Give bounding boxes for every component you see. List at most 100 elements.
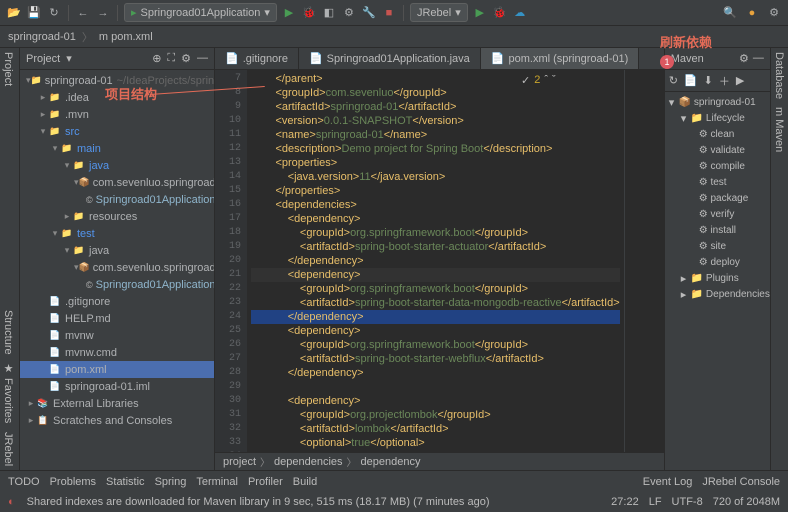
crumb-2[interactable]: dependency: [361, 456, 421, 468]
maven-panel: Maven ⚙ — ↻ 📄 ⬇ ＋ ▶ ▾📦 springroad-01 ▾📁 …: [664, 48, 770, 470]
line-gutter: 7891011121314151617181920212223242526272…: [215, 70, 247, 452]
spring-tab[interactable]: Spring: [155, 476, 187, 488]
attach-icon[interactable]: 🔧: [361, 5, 377, 21]
tree-item[interactable]: ▸📚External Libraries: [20, 395, 214, 412]
jrebel-run-icon[interactable]: ▶: [472, 5, 488, 21]
maven-run-icon[interactable]: ▶: [736, 74, 744, 87]
eventlog-tab[interactable]: Event Log: [643, 476, 693, 488]
tree-item[interactable]: ▾📁src: [20, 123, 214, 140]
tree-item[interactable]: ▾📁java: [20, 157, 214, 174]
tree-item[interactable]: ▾📁springroad-01~/IdeaProjects/springroad…: [20, 72, 214, 89]
jrebel-console-tab[interactable]: JRebel Console: [702, 476, 780, 488]
tree-item[interactable]: ▾📁main: [20, 140, 214, 157]
settings-icon[interactable]: ⚙: [766, 5, 782, 21]
run-icon[interactable]: ▶: [281, 5, 297, 21]
minimap[interactable]: ✓ 2 ˆ ˇ: [624, 70, 664, 452]
tree-item[interactable]: 📄springroad-01.iml: [20, 378, 214, 395]
cursor-pos: 27:22: [611, 496, 639, 508]
rail-structure[interactable]: Structure: [2, 310, 17, 355]
profile-icon[interactable]: ⚙: [341, 5, 357, 21]
tree-item[interactable]: ▾📦com.sevenluo.springroad01: [20, 259, 214, 276]
maven-download-icon[interactable]: ⬇: [704, 74, 713, 87]
profiler-tab[interactable]: Profiler: [248, 476, 283, 488]
avatar-icon[interactable]: ●: [744, 5, 760, 21]
project-tree[interactable]: ▾📁springroad-01~/IdeaProjects/springroad…: [20, 70, 214, 470]
code-crumbs: project〉 dependencies〉 dependency: [215, 452, 664, 470]
tree-item[interactable]: 📄mvnw.cmd: [20, 344, 214, 361]
maven-add-icon[interactable]: ＋: [719, 73, 730, 89]
tree-item[interactable]: 📄.gitignore: [20, 293, 214, 310]
terminal-tab[interactable]: Terminal: [196, 476, 238, 488]
breadcrumbs: springroad-01 〉 m pom.xml: [0, 26, 788, 48]
run-config-label: Springroad01Application: [141, 7, 261, 19]
build-tab[interactable]: Build: [293, 476, 317, 488]
tree-item[interactable]: ▾📁java: [20, 242, 214, 259]
inspection-icon[interactable]: ✓: [521, 74, 530, 87]
jrebel-cloud-icon[interactable]: ☁: [512, 5, 528, 21]
rail-project[interactable]: Project: [2, 52, 17, 86]
debug-icon[interactable]: 🐞: [301, 5, 317, 21]
code-editor[interactable]: </parent> <groupId>com.sevenluo</groupId…: [247, 70, 624, 452]
statistic-tab[interactable]: Statistic: [106, 476, 145, 488]
tree-item[interactable]: 📄pom.xml: [20, 361, 214, 378]
save-icon[interactable]: 💾: [26, 5, 42, 21]
status-msg: Shared indexes are downloaded for Maven …: [27, 496, 490, 508]
line-sep[interactable]: LF: [649, 496, 662, 508]
warn-count: 2: [534, 74, 540, 87]
maven-gear-icon[interactable]: ⚙: [739, 52, 749, 65]
open-icon[interactable]: 📂: [6, 5, 22, 21]
coverage-icon[interactable]: ◧: [321, 5, 337, 21]
rail-favorites[interactable]: ★ Favorites: [2, 362, 17, 423]
crumb-0[interactable]: project: [223, 456, 256, 468]
editor-area: 📄.gitignore📄Springroad01Application.java…: [215, 48, 664, 470]
badge-1: 1: [660, 55, 674, 69]
scroll-up-icon[interactable]: ˆ: [544, 74, 548, 87]
expand-icon[interactable]: ⛶: [167, 52, 175, 65]
rail-maven[interactable]: m Maven: [773, 107, 788, 152]
tree-item[interactable]: 📄HELP.md: [20, 310, 214, 327]
search-icon[interactable]: 🔍: [722, 5, 738, 21]
hide-icon[interactable]: —: [197, 52, 208, 65]
crumb-project[interactable]: springroad-01: [8, 31, 76, 43]
maven-hide-icon[interactable]: —: [753, 52, 764, 65]
editor-tabs: 📄.gitignore📄Springroad01Application.java…: [215, 48, 664, 70]
bottom-tool-bar: TODO Problems Statistic Spring Terminal …: [0, 470, 788, 492]
sync-icon[interactable]: ↻: [46, 5, 62, 21]
crumb-file[interactable]: m pom.xml: [99, 31, 153, 43]
tree-item[interactable]: ©Springroad01ApplicationTests: [20, 276, 214, 293]
jrebel-debug-icon[interactable]: 🐞: [492, 5, 508, 21]
maven-tree[interactable]: ▾📦 springroad-01 ▾📁 Lifecycle⚙ clean⚙ va…: [665, 92, 770, 470]
charset[interactable]: UTF-8: [672, 496, 703, 508]
back-icon[interactable]: ←: [75, 5, 91, 21]
run-config-selector[interactable]: ▸ Springroad01Application ▾: [124, 3, 277, 22]
tree-item[interactable]: ©Springroad01Application: [20, 191, 214, 208]
status-indicator-icon[interactable]: ◐: [8, 496, 15, 508]
editor-tab[interactable]: 📄pom.xml (springroad-01): [481, 48, 640, 69]
rail-jrebel[interactable]: JRebel: [2, 432, 17, 466]
tree-item[interactable]: ▾📁test: [20, 225, 214, 242]
scroll-down-icon[interactable]: ˇ: [552, 74, 556, 87]
project-panel: Project ▾ ⊕ ⛶ ⚙ — ▾📁springroad-01~/IdeaP…: [20, 48, 215, 470]
project-title: Project: [26, 53, 60, 65]
jrebel-label: JRebel: [417, 7, 451, 19]
jrebel-selector[interactable]: JRebel ▾: [410, 3, 468, 22]
todo-tab[interactable]: TODO: [8, 476, 40, 488]
editor-tab[interactable]: 📄.gitignore: [215, 48, 299, 69]
gear-icon[interactable]: ⚙: [181, 52, 191, 65]
tree-item[interactable]: ▸📁resources: [20, 208, 214, 225]
main-toolbar: 📂 💾 ↻ ← → ▸ Springroad01Application ▾ ▶ …: [0, 0, 788, 26]
crumb-1[interactable]: dependencies: [274, 456, 343, 468]
tree-item[interactable]: 📄mvnw: [20, 327, 214, 344]
editor-tab[interactable]: 📄Springroad01Application.java: [299, 48, 481, 69]
rail-database[interactable]: Database: [773, 52, 788, 99]
memory[interactable]: 720 of 2048M: [713, 496, 780, 508]
stop-icon[interactable]: ■: [381, 5, 397, 21]
maven-refresh-icon[interactable]: ↻: [669, 74, 678, 87]
maven-generate-icon[interactable]: 📄: [684, 74, 698, 87]
locate-icon[interactable]: ⊕: [152, 52, 161, 65]
problems-tab[interactable]: Problems: [50, 476, 96, 488]
tree-item[interactable]: ▸📁.mvn: [20, 106, 214, 123]
tree-item[interactable]: ▾📦com.sevenluo.springroad01: [20, 174, 214, 191]
forward-icon[interactable]: →: [95, 5, 111, 21]
tree-item[interactable]: ▸📋Scratches and Consoles: [20, 412, 214, 429]
